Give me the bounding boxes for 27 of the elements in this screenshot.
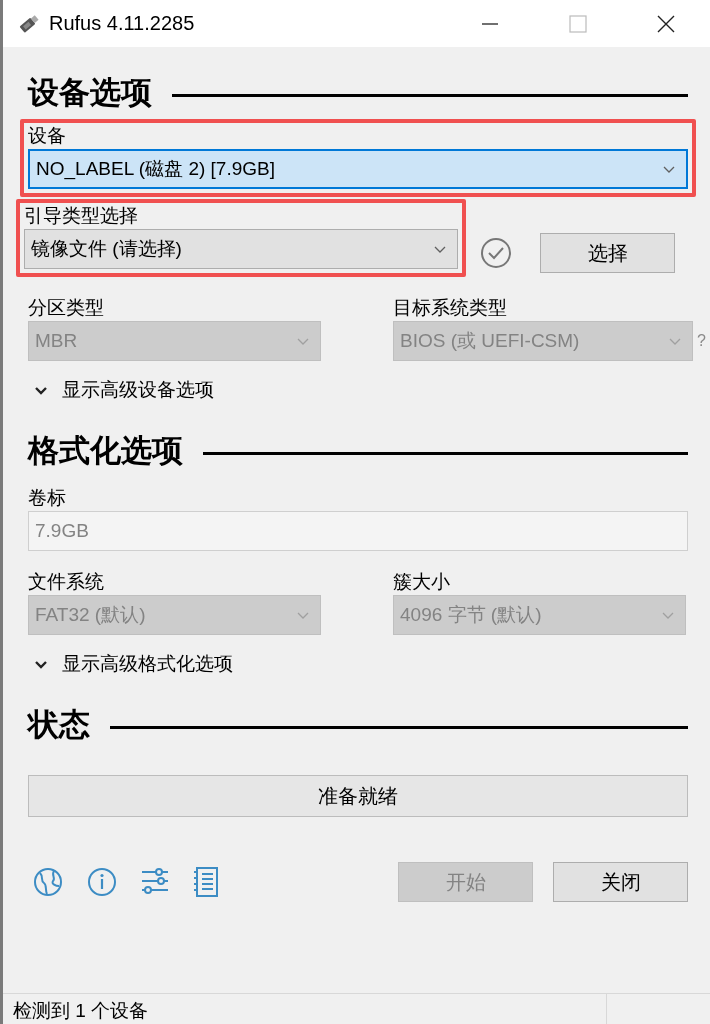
field-label: 目标系统类型	[393, 296, 508, 320]
expand-toggle[interactable]: 显示高级格式化选项	[28, 649, 688, 679]
close-icon[interactable]	[657, 14, 675, 33]
chevron-down-icon	[34, 384, 48, 396]
field-label: 引导类型选择	[24, 204, 139, 228]
section-heading: 状态	[28, 706, 90, 744]
expand-toggle[interactable]: 显示高级设备选项	[28, 375, 688, 405]
log-icon[interactable]	[192, 866, 220, 898]
status-text: 检测到 1 个设备	[3, 994, 607, 1024]
check-circle-icon	[480, 237, 512, 269]
section-heading: 格式化选项	[28, 432, 183, 470]
info-icon[interactable]	[86, 866, 118, 898]
field-label: 设备	[28, 124, 67, 148]
dropdown[interactable]: 镜像文件 (请选择)	[24, 229, 458, 269]
field-label: 文件系统	[28, 570, 105, 594]
chevron-down-icon	[34, 658, 48, 670]
window-title: Rufus 4.11.2285	[49, 12, 196, 35]
field-label: 分区类型	[28, 296, 105, 320]
field-label: 卷标	[28, 486, 67, 510]
section-heading: 设备选项	[28, 74, 152, 112]
field-label: 簇大小	[393, 570, 451, 594]
close-button[interactable]: 关闭	[553, 862, 688, 902]
select-button[interactable]: 选择	[540, 233, 675, 273]
dropdown[interactable]: NO_LABEL (磁盘 2) [7.9GB]	[28, 149, 688, 189]
sliders-icon[interactable]	[140, 866, 170, 896]
help-mark[interactable]: ?	[697, 332, 706, 350]
globe-icon[interactable]	[32, 866, 64, 898]
